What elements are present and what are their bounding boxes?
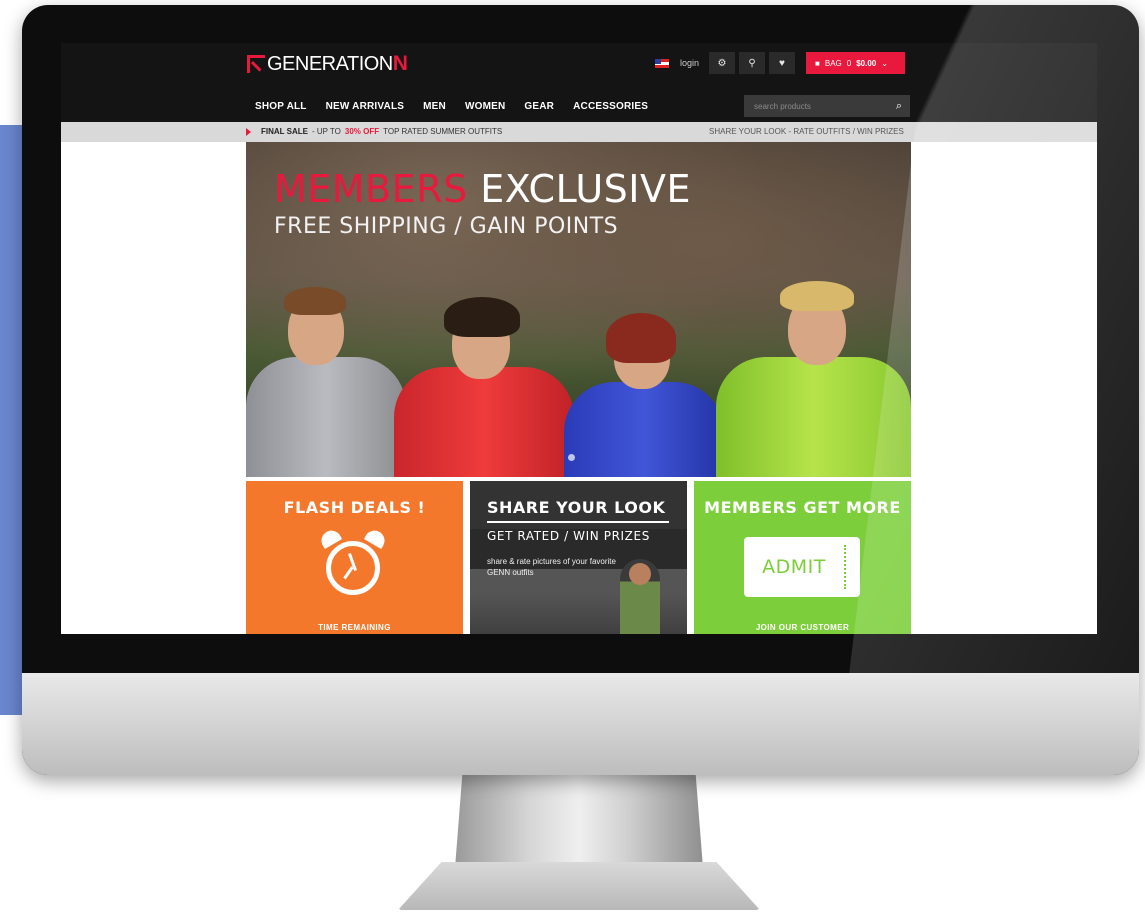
ticket-text: ADMIT	[762, 556, 826, 578]
search-placeholder: search products	[754, 101, 811, 111]
flag-icon[interactable]	[655, 58, 669, 68]
nav-shop-all[interactable]: SHOP ALL	[255, 101, 307, 112]
ticket-perforation	[844, 545, 846, 589]
settings-button[interactable]: ⚙	[709, 52, 736, 74]
share-look-tile[interactable]: SHARE YOUR LOOK GET RATED / WIN PRIZES s…	[470, 481, 687, 634]
site-logo[interactable]: GENERATION N	[247, 52, 408, 76]
mockup-stage: GENERATION N login ⚙ ⚲ ♥ ■ BAG 0 $0.00 ⌄	[0, 0, 1145, 912]
hero-person-1	[246, 267, 406, 477]
promo-mid: - UP TO	[311, 127, 341, 136]
site-header: GENERATION N login ⚙ ⚲ ♥ ■ BAG 0 $0.00 ⌄	[61, 43, 1097, 122]
monitor-frame: GENERATION N login ⚙ ⚲ ♥ ■ BAG 0 $0.00 ⌄	[22, 5, 1139, 775]
carousel-dot[interactable]	[568, 454, 575, 461]
location-pin-icon: ⚲	[748, 57, 756, 69]
nav-accessories[interactable]: ACCESSORIES	[573, 101, 648, 112]
nav-women[interactable]: WOMEN	[465, 101, 505, 112]
share-look-subtitle: GET RATED / WIN PRIZES	[487, 529, 650, 543]
login-link[interactable]: login	[680, 58, 699, 68]
flash-deals-title: FLASH DEALS !	[283, 498, 426, 517]
promo-discount: 30% OFF	[344, 127, 380, 136]
bag-button[interactable]: ■ BAG 0 $0.00 ⌄	[806, 52, 906, 74]
search-input[interactable]: search products ⌕	[744, 95, 910, 117]
hero-subtitle: FREE SHIPPING / GAIN POINTS	[274, 214, 619, 239]
utility-bar: login ⚙ ⚲ ♥ ■ BAG 0 $0.00 ⌄	[655, 52, 906, 74]
gear-icon: ⚙	[717, 57, 727, 69]
heart-icon: ♥	[779, 57, 785, 69]
hero-person-3	[564, 307, 724, 477]
flash-deals-tile[interactable]: FLASH DEALS ! TIME REMAINING	[246, 481, 463, 634]
wishlist-button[interactable]: ♥	[769, 52, 796, 74]
hero-person-2	[394, 287, 574, 477]
logo-text: GENERATION	[267, 52, 393, 75]
bag-total: $0.00	[856, 58, 877, 68]
bag-icon: ■	[815, 58, 820, 68]
members-tile[interactable]: MEMBERS GET MORE ADMIT JOIN OUR CUSTOMER	[694, 481, 911, 634]
arrow-right-icon	[246, 127, 251, 136]
hero-banner[interactable]: MEMBERS EXCLUSIVE FREE SHIPPING / GAIN P…	[246, 142, 911, 477]
store-locator-button[interactable]: ⚲	[739, 52, 766, 74]
carousel-dots	[568, 454, 575, 461]
chevron-down-icon: ⌄	[881, 58, 888, 68]
hero-title: MEMBERS EXCLUSIVE	[274, 167, 691, 211]
bag-count: 0	[846, 58, 852, 68]
promo-bar: FINAL SALE - UP TO 30% OFF TOP RATED SUM…	[61, 122, 1097, 142]
logo-mark-icon	[247, 55, 265, 73]
alarm-clock-icon	[317, 526, 389, 597]
website-screen: GENERATION N login ⚙ ⚲ ♥ ■ BAG 0 $0.00 ⌄	[61, 43, 1097, 634]
share-look-title: SHARE YOUR LOOK	[487, 498, 666, 517]
hero-title-red: MEMBERS	[274, 167, 468, 211]
main-nav: SHOP ALL NEW ARRIVALS MEN WOMEN GEAR ACC…	[255, 101, 648, 112]
hero-title-white: EXCLUSIVE	[480, 167, 692, 211]
promo-end: TOP RATED SUMMER OUTFITS	[383, 127, 503, 136]
members-title: MEMBERS GET MORE	[704, 498, 901, 517]
sale-promo[interactable]: FINAL SALE - UP TO 30% OFF TOP RATED SUM…	[246, 127, 502, 136]
join-label: JOIN OUR CUSTOMER	[755, 623, 850, 632]
share-look-description: share & rate pictures of your favorite G…	[487, 557, 616, 577]
nav-gear[interactable]: GEAR	[524, 101, 554, 112]
share-look-promo[interactable]: SHARE YOUR LOOK - RATE OUTFITS / WIN PRI…	[709, 127, 904, 136]
promo-sale-label: FINAL SALE	[261, 127, 308, 136]
monitor-foot	[398, 862, 760, 910]
hero-person-4	[716, 267, 911, 477]
bag-label: BAG	[824, 58, 842, 68]
search-icon[interactable]: ⌕	[888, 100, 910, 113]
monitor-neck	[455, 773, 703, 868]
logo-accent: N	[392, 52, 408, 75]
monitor-chin	[22, 673, 1139, 775]
title-underline	[487, 521, 669, 523]
nav-new-arrivals[interactable]: NEW ARRIVALS	[326, 101, 405, 112]
time-remaining-label: TIME REMAINING	[318, 623, 391, 632]
nav-men[interactable]: MEN	[423, 101, 446, 112]
admit-ticket-icon: ADMIT	[744, 537, 860, 597]
